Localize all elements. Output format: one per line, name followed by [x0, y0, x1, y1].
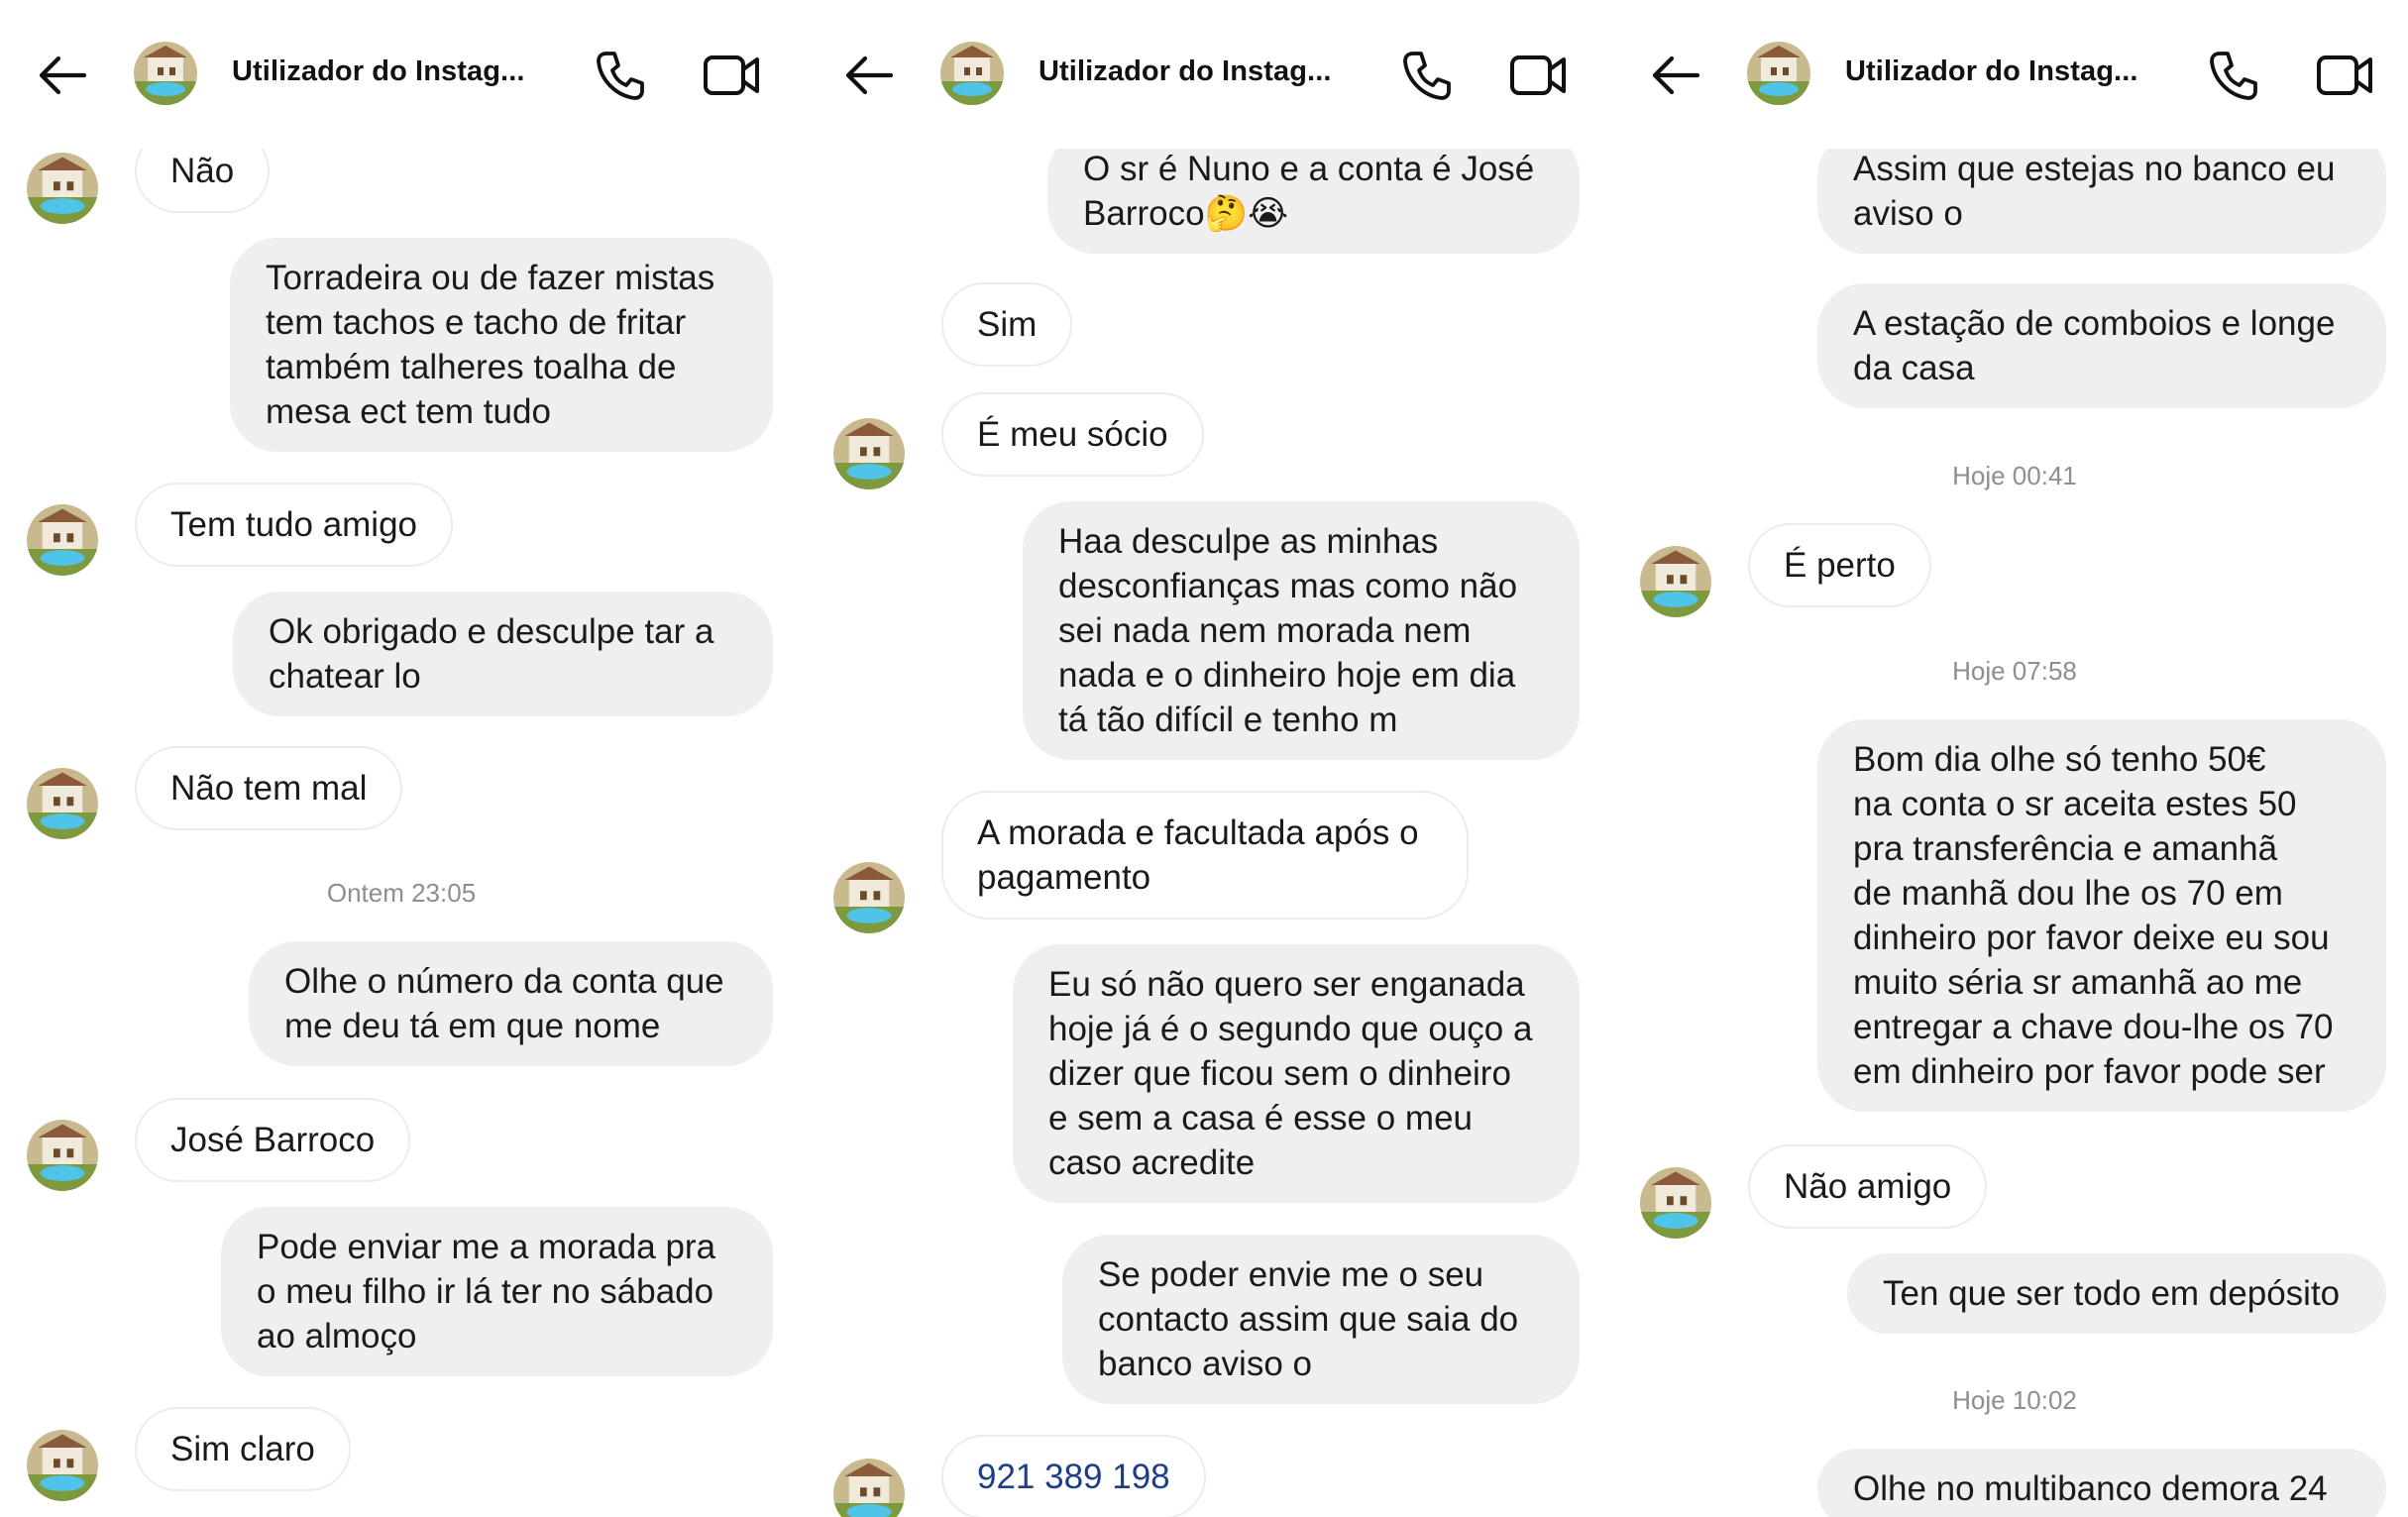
chat-panel-3: Utilizador do Instag... Assim que esteja…	[1613, 0, 2408, 1517]
contact-avatar[interactable]	[134, 42, 197, 105]
message-incoming[interactable]: Tem tudo amigo	[135, 483, 454, 567]
message-incoming[interactable]: Não tem mal	[135, 746, 403, 830]
message-outgoing[interactable]: Torradeira ou de fazer mistas tem tachos…	[230, 238, 773, 452]
message-incoming[interactable]: Sim claro	[135, 1407, 351, 1491]
chat-panel-1: Utilizador do Instag... Não Torradeira o…	[0, 0, 803, 1517]
message-outgoing[interactable]: Pode enviar me a morada pra o meu filho …	[221, 1207, 773, 1376]
avatar[interactable]	[833, 862, 905, 933]
avatar[interactable]	[27, 768, 98, 839]
timestamp: Hoje 07:58	[1952, 656, 2077, 686]
avatar[interactable]	[1640, 546, 1711, 617]
chat-header: Utilizador do Instag...	[1613, 0, 2408, 149]
contact-avatar[interactable]	[940, 42, 1004, 105]
message-outgoing[interactable]: Ok obrigado e desculpe tar a chatear lo	[233, 592, 773, 716]
arrow-left-icon[interactable]	[35, 48, 90, 103]
chat-header: Utilizador do Instag...	[807, 0, 1609, 149]
message-incoming[interactable]: A morada e facultada após o pagamento	[941, 791, 1469, 920]
contact-name[interactable]: Utilizador do Instag...	[1845, 55, 2138, 88]
message-outgoing[interactable]: Bom dia olhe só tenho 50€ na conta o sr …	[1817, 719, 2386, 1112]
message-outgoing[interactable]: Ten que ser todo em depósito	[1847, 1253, 2386, 1334]
screenshot-collage: Utilizador do Instag... Não Torradeira o…	[0, 0, 2408, 1517]
avatar[interactable]	[1640, 1167, 1711, 1239]
timestamp: Hoje 10:02	[1952, 1385, 2077, 1415]
contact-name[interactable]: Utilizador do Instag...	[232, 55, 525, 88]
timestamp: Hoje 00:41	[1952, 461, 2077, 490]
avatar[interactable]	[27, 1430, 98, 1501]
avatar[interactable]	[27, 153, 98, 224]
arrow-left-icon[interactable]	[1648, 48, 1703, 103]
avatar[interactable]	[833, 1459, 905, 1517]
message-outgoing[interactable]: Eu só não quero ser enganada hoje já é o…	[1013, 944, 1580, 1203]
message-outgoing[interactable]: Se poder envie me o seu contacto assim q…	[1062, 1235, 1580, 1404]
phone-icon[interactable]	[1399, 48, 1455, 103]
message-outgoing[interactable]: Haa desculpe as minhas desconfianças mas…	[1023, 501, 1580, 760]
avatar[interactable]	[27, 504, 98, 576]
message-outgoing[interactable]: A estação de comboios e longe da casa	[1817, 283, 2386, 408]
message-outgoing[interactable]: Olhe no multibanco demora 24	[1817, 1449, 2386, 1517]
message-outgoing[interactable]: Olhe o número da conta que me deu tá em …	[249, 941, 773, 1066]
message-incoming[interactable]: É perto	[1748, 523, 1931, 607]
timestamp: Ontem 23:05	[326, 878, 477, 908]
video-camera-icon[interactable]	[2315, 48, 2376, 103]
message-incoming[interactable]: José Barroco	[135, 1098, 411, 1182]
contact-name[interactable]: Utilizador do Instag...	[1039, 55, 1332, 88]
video-camera-icon[interactable]	[1508, 48, 1570, 103]
chat-header: Utilizador do Instag...	[0, 0, 803, 149]
phone-number-message[interactable]: 921 389 198	[941, 1435, 1206, 1517]
message-incoming[interactable]: Sim	[941, 282, 1073, 367]
avatar[interactable]	[27, 1120, 98, 1191]
phone-icon[interactable]	[2206, 48, 2261, 103]
chat-panel-2: Utilizador do Instag... O sr é Nuno e a …	[807, 0, 1609, 1517]
message-incoming[interactable]: É meu sócio	[941, 392, 1204, 477]
video-camera-icon[interactable]	[702, 48, 763, 103]
phone-icon[interactable]	[593, 48, 648, 103]
contact-avatar[interactable]	[1747, 42, 1810, 105]
arrow-left-icon[interactable]	[841, 48, 897, 103]
message-incoming[interactable]: Não amigo	[1748, 1144, 1988, 1229]
avatar[interactable]	[833, 418, 905, 489]
